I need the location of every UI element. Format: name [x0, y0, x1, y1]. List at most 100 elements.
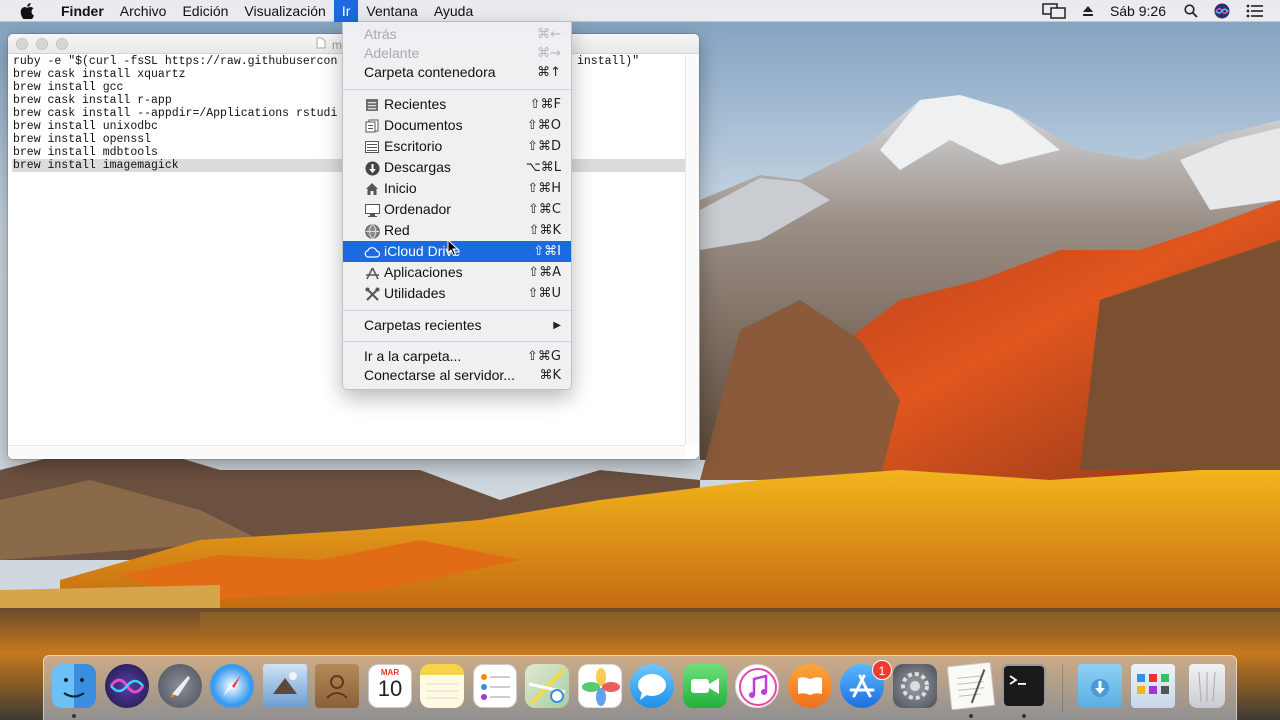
calendar-day: 10 — [377, 676, 403, 701]
mail-stamp-icon[interactable] — [263, 664, 307, 708]
dock-separator — [1062, 664, 1063, 712]
desktop-icon — [364, 139, 380, 155]
spotlight-search-icon[interactable] — [1184, 4, 1198, 18]
home-icon — [364, 181, 380, 197]
menu-item-forward[interactable]: Adelante ⌘→ — [343, 43, 571, 64]
apple-menu-icon[interactable] — [13, 2, 41, 19]
calendar-icon[interactable]: MAR 10 — [368, 664, 412, 708]
menu-item-downloads[interactable]: Descargas ⌥⌘L — [343, 157, 571, 178]
mouse-pointer-icon — [447, 238, 459, 263]
menu-item-label: Documentos — [384, 117, 463, 133]
itunes-icon[interactable] — [735, 664, 779, 708]
menu-item-label: Ordenador — [384, 201, 451, 217]
airplay-display-icon[interactable] — [1042, 3, 1066, 19]
running-indicator — [1022, 714, 1026, 718]
menu-item-shortcut: ⇧⌘D — [527, 139, 561, 154]
menu-archivo[interactable]: Archivo — [112, 0, 175, 22]
notification-center-icon[interactable] — [1246, 4, 1264, 18]
menu-item-recent-folders[interactable]: Carpetas recientes ▶ — [343, 315, 571, 336]
system-preferences-icon[interactable] — [893, 664, 937, 708]
facetime-icon[interactable] — [683, 664, 727, 708]
menu-item-utilities[interactable]: Utilidades ⇧⌘U — [343, 283, 571, 304]
menu-ayuda[interactable]: Ayuda — [426, 0, 481, 22]
menu-item-enclosing-folder[interactable]: Carpeta contenedora ⌘↑ — [343, 62, 571, 83]
notes-icon[interactable] — [420, 664, 464, 708]
menu-item-label: Escritorio — [384, 138, 443, 154]
menu-bar: Finder Archivo Edición Visualización Ir … — [0, 0, 1280, 22]
menu-edicion[interactable]: Edición — [174, 0, 236, 22]
downloads-icon — [364, 160, 380, 176]
vertical-scrollbar[interactable] — [685, 55, 699, 445]
ibooks-icon[interactable] — [788, 664, 832, 708]
menu-separator — [343, 310, 571, 311]
contacts-icon[interactable] — [315, 664, 359, 708]
close-button[interactable] — [16, 38, 28, 50]
menu-item-shortcut: ⌘→ — [537, 46, 561, 61]
menu-item-desktop[interactable]: Escritorio ⇧⌘D — [343, 136, 571, 157]
menu-item-shortcut: ⇧⌘F — [529, 97, 561, 112]
menu-item-shortcut: ⇧⌘A — [528, 265, 561, 280]
menu-ventana[interactable]: Ventana — [358, 0, 425, 22]
menu-item-shortcut: ⇧⌘C — [528, 202, 561, 217]
menu-item-label: Utilidades — [384, 285, 446, 301]
menu-item-label: Ir a la carpeta... — [364, 348, 462, 364]
app-menu-finder[interactable]: Finder — [53, 0, 112, 22]
app-store-badge: 1 — [872, 660, 892, 680]
utilities-icon — [364, 286, 380, 302]
code-line-tail: install)" — [577, 55, 640, 68]
menu-item-shortcut: ⌘← — [537, 27, 561, 42]
minimize-button[interactable] — [36, 38, 48, 50]
menu-item-label: Descargas — [384, 159, 451, 175]
menu-item-recents[interactable]: Recientes ⇧⌘F — [343, 94, 571, 115]
menu-item-icloud-drive[interactable]: iCloud Drive ⇧⌘I — [343, 238, 571, 263]
running-indicator — [969, 714, 973, 718]
menu-item-label: Inicio — [384, 180, 417, 196]
siri-icon[interactable] — [1214, 3, 1230, 19]
menu-item-shortcut: ⇧⌘K — [528, 223, 561, 238]
menu-visualizacion[interactable]: Visualización — [236, 0, 333, 22]
documents-icon — [364, 118, 380, 134]
photos-icon[interactable] — [578, 664, 622, 708]
document-icon — [316, 37, 326, 52]
reminders-icon[interactable] — [473, 664, 517, 708]
finder-icon[interactable] — [52, 664, 96, 708]
menu-item-computer[interactable]: Ordenador ⇧⌘C — [343, 199, 571, 220]
menu-item-label: Carpeta contenedora — [364, 64, 496, 80]
safari-icon[interactable] — [210, 664, 254, 708]
siri-icon[interactable] — [105, 664, 149, 708]
messages-icon[interactable] — [630, 664, 674, 708]
running-indicator — [72, 714, 76, 718]
menu-item-shortcut: ⌥⌘L — [525, 160, 561, 175]
menu-item-shortcut: ⌘K — [539, 368, 561, 383]
eject-icon[interactable] — [1082, 5, 1094, 17]
menu-ir[interactable]: Ir — [333, 0, 359, 22]
computer-icon — [364, 202, 380, 218]
menu-separator — [343, 89, 571, 90]
maps-icon[interactable] — [525, 664, 569, 708]
menu-item-label: Atrás — [364, 26, 397, 42]
menu-item-label: Aplicaciones — [384, 264, 463, 280]
applications-icon — [364, 265, 380, 281]
terminal-icon[interactable] — [1002, 664, 1046, 708]
menu-item-back[interactable]: Atrás ⌘← — [343, 24, 571, 45]
horizontal-scrollbar[interactable] — [8, 445, 685, 459]
menu-item-documents[interactable]: Documentos ⇧⌘O — [343, 115, 571, 136]
menu-item-go-to-folder[interactable]: Ir a la carpeta... ⇧⌘G — [343, 346, 571, 367]
launchpad-icon[interactable] — [158, 664, 202, 708]
menu-item-shortcut: ⌘↑ — [537, 65, 561, 80]
menu-item-label: Recientes — [384, 96, 447, 112]
menu-item-label: Carpetas recientes — [364, 317, 482, 333]
applications-folder-icon[interactable] — [1131, 664, 1175, 708]
textedit-icon[interactable] — [946, 661, 996, 711]
menu-item-connect-server[interactable]: Conectarse al servidor... ⌘K — [343, 365, 571, 386]
menubar-clock[interactable]: Sáb 9:26 — [1110, 3, 1166, 19]
menu-item-applications[interactable]: Aplicaciones ⇧⌘A — [343, 262, 571, 283]
menu-item-network[interactable]: Red ⇧⌘K — [343, 220, 571, 241]
menu-item-label: Conectarse al servidor... — [364, 367, 515, 383]
menu-item-shortcut: ⇧⌘I — [533, 244, 561, 259]
zoom-button[interactable] — [56, 38, 68, 50]
menu-item-home[interactable]: Inicio ⇧⌘H — [343, 178, 571, 199]
downloads-folder-icon[interactable] — [1078, 664, 1122, 708]
trash-icon[interactable] — [1189, 664, 1225, 708]
menu-item-shortcut: ⇧⌘H — [527, 181, 561, 196]
